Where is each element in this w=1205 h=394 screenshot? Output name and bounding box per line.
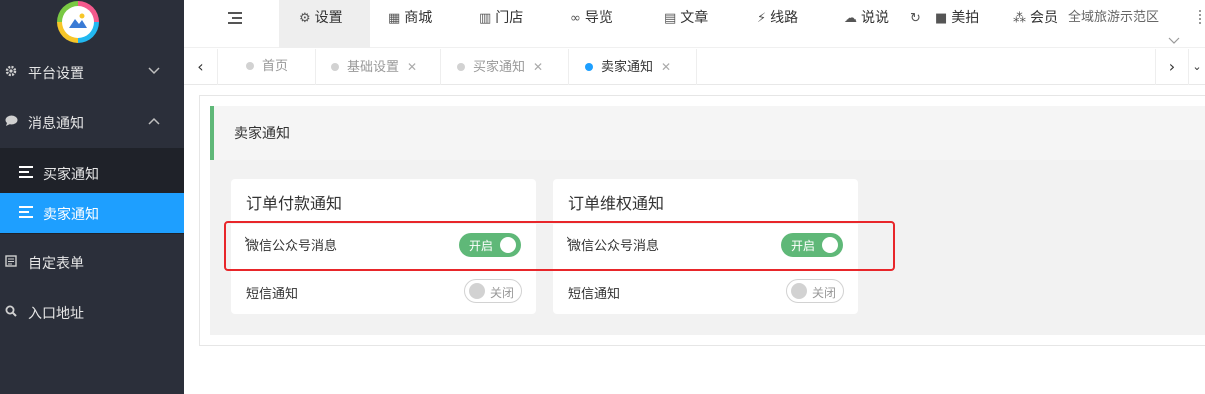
search-icon (5, 305, 19, 319)
site-name: 全域旅游示范区 (1068, 10, 1160, 25)
tab-bar: ‹ 首页 基础设置 ✕ 买家通知 ✕ 卖家通知 ✕ › ⌄ (184, 49, 1205, 85)
sidebar-subitem-label: 卖家通知 (43, 207, 99, 223)
page-title: 卖家通知 (234, 126, 290, 142)
sidebar-item-label: 自定表单 (28, 256, 84, 272)
row-label-sms: 短信通知 (568, 287, 621, 302)
members-icon: ⁂ (1013, 11, 1026, 26)
sidebar: 平台设置 消息通知 买家通知 卖家通知 自定表单 入口地址 (0, 0, 184, 394)
sidebar-item-entry-address[interactable]: 入口地址 (0, 288, 184, 338)
chevron-up-icon (148, 114, 160, 128)
chevron-down-icon[interactable] (1168, 30, 1180, 49)
top-nav-label: 导览 (584, 10, 613, 26)
top-nav-refresh[interactable]: ↻ (910, 0, 925, 48)
toggle-state: 关闭 (812, 286, 837, 300)
page-title-bar: 卖家通知 (210, 106, 1205, 160)
newspaper-icon: ▤ (664, 11, 677, 26)
tab-label: 基础设置 (347, 60, 400, 75)
top-nav-guide[interactable]: ∞ 导览 (570, 0, 613, 48)
top-nav-routes[interactable]: ⚡ 线路 (757, 0, 798, 48)
top-nav-articles[interactable]: ▤ 文章 (664, 0, 708, 48)
tab-label: 买家通知 (473, 60, 526, 75)
sms-toggle[interactable]: 关闭 (464, 279, 522, 303)
top-nav-stores[interactable]: ▥ 门店 (479, 0, 523, 48)
tab-status-dot (585, 63, 593, 71)
sidebar-item-notifications[interactable]: 消息通知 (0, 98, 184, 148)
top-nav-label: 线路 (770, 10, 799, 26)
tab-label: 卖家通知 (601, 60, 654, 75)
tab-label: 首页 (262, 59, 289, 74)
tab-buyer-notify[interactable]: 买家通知 ✕ (441, 49, 569, 85)
sidebar-subitem-label: 买家通知 (43, 167, 99, 183)
list-icon (19, 166, 33, 178)
tab-status-dot (331, 63, 339, 71)
close-icon[interactable]: ✕ (661, 60, 671, 74)
top-nav-label: 说说 (861, 10, 889, 26)
top-nav-label: 门店 (495, 10, 524, 26)
tab-basic-settings[interactable]: 基础设置 ✕ (316, 49, 441, 85)
gear-icon (5, 65, 19, 79)
close-icon[interactable]: ✕ (533, 60, 543, 74)
sidebar-item-label: 入口地址 (28, 306, 84, 322)
refresh-icon: ↻ (910, 11, 921, 26)
top-nav-posts[interactable]: ☁ 说说 (844, 0, 889, 48)
video-icon: ■ (935, 11, 948, 26)
tab-home[interactable]: 首页 (219, 49, 316, 85)
close-icon[interactable]: ✕ (407, 60, 417, 74)
tab-scroll-left-icon[interactable]: ‹ (184, 49, 218, 85)
highlight-annotation-box (224, 221, 895, 271)
top-nav-label: 美拍 (951, 10, 980, 26)
top-nav-photos[interactable]: ■ 美拍 (935, 0, 979, 48)
top-nav-label: 文章 (680, 10, 709, 26)
sms-toggle[interactable]: 关闭 (786, 279, 844, 303)
tab-status-dot (246, 62, 254, 70)
sidebar-subitem-seller-notify[interactable]: 卖家通知 (0, 193, 184, 233)
more-icon[interactable] (1199, 10, 1201, 24)
top-nav-shop[interactable]: ▦ 商城 (388, 0, 432, 48)
toggle-knob (469, 283, 485, 299)
binoculars-icon: ∞ (570, 11, 581, 26)
top-nav-members[interactable]: ⁂ 会员 (1013, 0, 1058, 48)
menu-toggle-icon[interactable] (228, 12, 242, 24)
card-title: 订单维权通知 (568, 194, 665, 213)
toggle-knob (791, 283, 807, 299)
chevron-down-icon (148, 64, 160, 78)
tab-seller-notify[interactable]: 卖家通知 ✕ (569, 49, 697, 85)
sidebar-subitem-buyer-notify[interactable]: 买家通知 (0, 153, 184, 193)
sidebar-item-label: 平台设置 (28, 66, 84, 82)
row-label-sms: 短信通知 (246, 287, 299, 302)
sidebar-item-platform-settings[interactable]: 平台设置 (0, 48, 184, 98)
toggle-state: 关闭 (490, 286, 515, 300)
card-title: 订单付款通知 (246, 194, 343, 213)
list-icon (19, 206, 33, 218)
top-nav-label: 商城 (404, 10, 433, 26)
wechat-icon: ☁ (844, 11, 857, 26)
bank-icon: ▥ (479, 11, 492, 26)
top-nav-settings[interactable]: ⚙ 设置 (279, 0, 370, 48)
sidebar-item-label: 消息通知 (28, 116, 84, 132)
top-nav-label: 设置 (314, 10, 343, 26)
route-icon: ⚡ (757, 11, 767, 26)
notifications-submenu: 买家通知 卖家通知 (0, 148, 184, 234)
logo-area (0, 0, 184, 48)
chat-bubble-icon (5, 115, 19, 129)
tab-menu-icon[interactable]: ⌄ (1189, 49, 1205, 85)
tab-scroll-right-icon[interactable]: › (1155, 49, 1189, 85)
form-icon (5, 255, 19, 269)
gears-icon: ⚙ (299, 11, 311, 26)
tab-status-dot (457, 63, 465, 71)
shop-icon: ▦ (388, 11, 401, 26)
sidebar-item-custom-forms[interactable]: 自定表单 (0, 238, 184, 288)
top-navbar: ⚙ 设置 ▦ 商城 ▥ 门店 ∞ 导览 ▤ 文章 ⚡ 线路 ☁ 说说 ↻ ■ 美拍 ⁂ 会员 全域… (184, 0, 1205, 48)
top-nav-label: 会员 (1030, 10, 1058, 26)
logo-mark-icon (69, 13, 87, 28)
